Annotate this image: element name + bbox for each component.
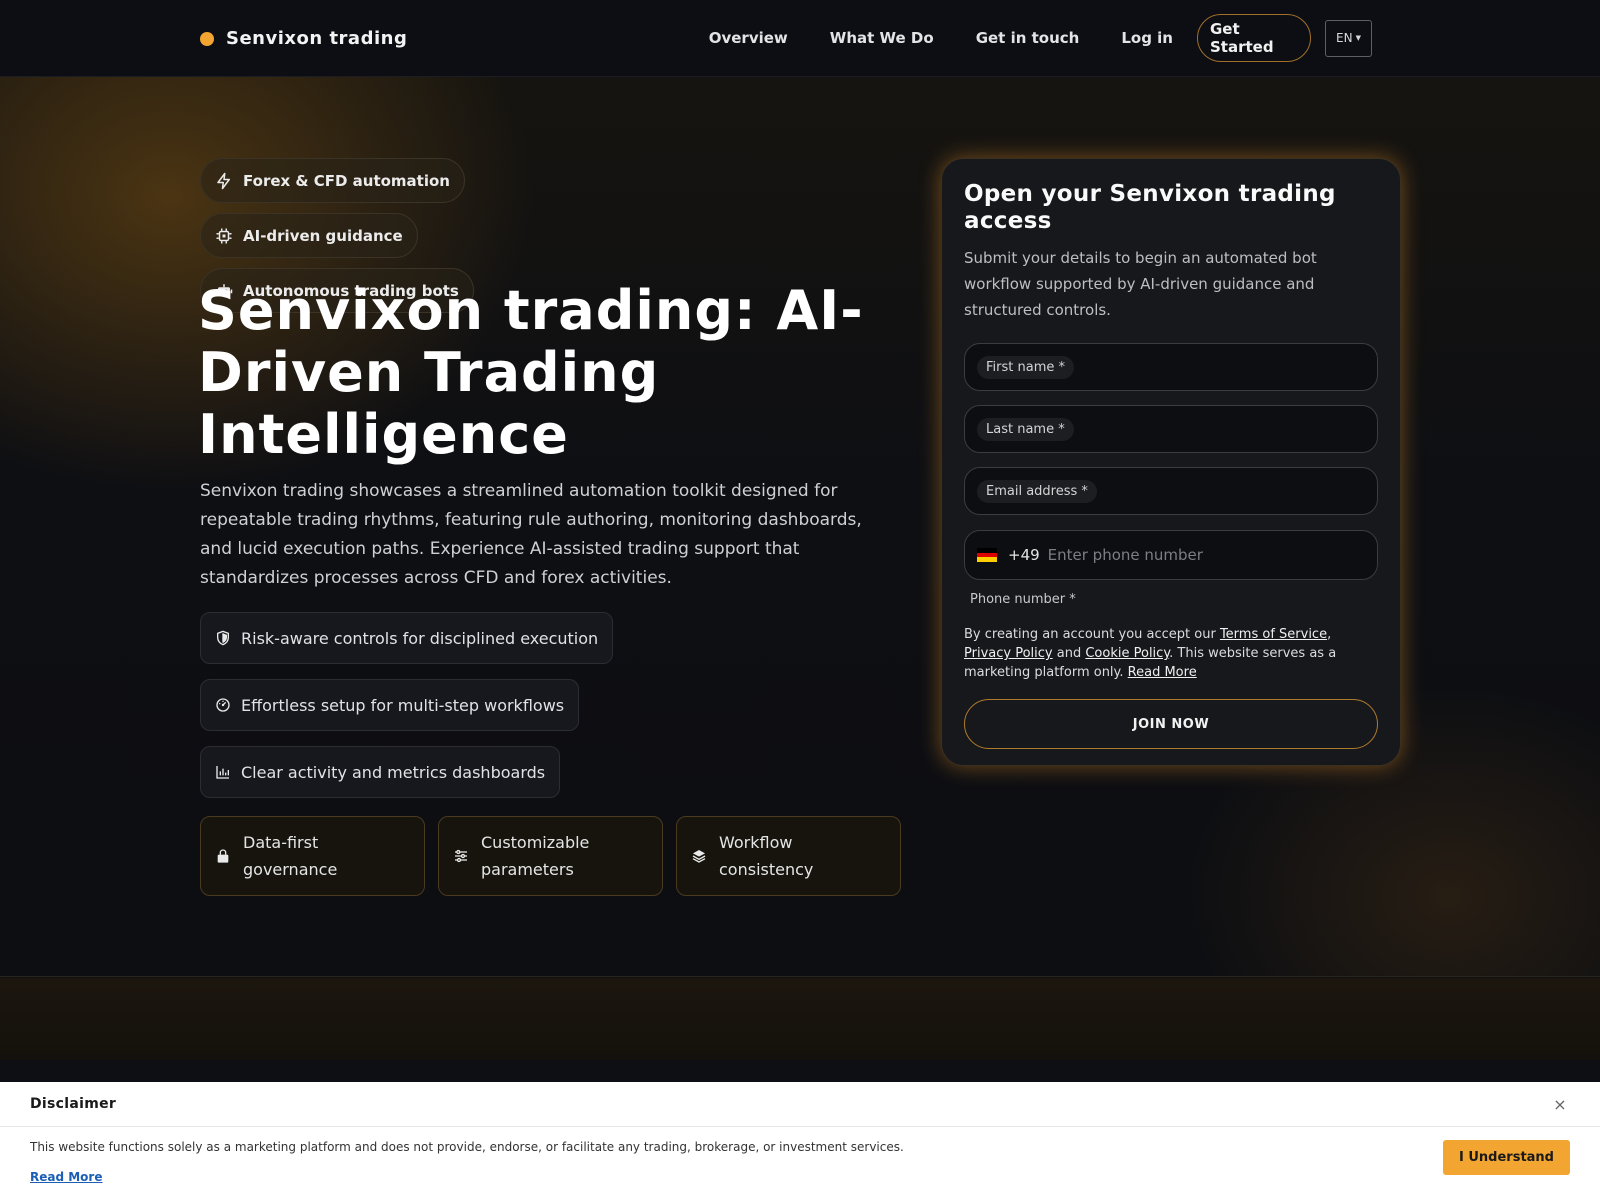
phone-field: +49	[964, 530, 1378, 580]
nav-overview[interactable]: Overview	[709, 14, 788, 62]
tag-label: AI-driven guidance	[243, 226, 403, 245]
form-fields: First name * Last name * Email address *…	[964, 343, 1378, 580]
highlight-cards: Data-first governance Customizable param…	[200, 816, 901, 896]
last-name-field[interactable]: Last name *	[964, 405, 1378, 453]
gauge-icon	[216, 698, 230, 712]
feature-label: Clear activity and metrics dashboards	[241, 762, 546, 782]
brand-name: Senvixon trading	[226, 28, 408, 49]
feature-item: Effortless setup for multi-step workflow…	[200, 679, 580, 731]
lower-section-band	[0, 978, 1600, 1060]
layers-icon	[692, 850, 706, 863]
card-workflow: Workflow consistency	[676, 816, 901, 896]
first-name-label: First name *	[977, 355, 1074, 379]
nav-log-in[interactable]: Log in	[1121, 14, 1173, 62]
close-icon[interactable]: ×	[1550, 1095, 1570, 1114]
germany-flag-icon[interactable]	[977, 548, 997, 563]
card-label: Customizable parameters	[481, 833, 590, 879]
read-more-link[interactable]: Read More	[1128, 665, 1197, 680]
card-data-governance: Data-first governance	[200, 816, 425, 896]
language-selector[interactable]: EN ▼	[1325, 19, 1372, 57]
last-name-label: Last name *	[977, 417, 1074, 441]
disclaimer-read-more-link[interactable]: Read More	[30, 1170, 103, 1184]
top-navigation-bar: Senvixon trading Overview What We Do Get…	[0, 0, 1600, 77]
disclaimer-text: This website functions solely as a marke…	[30, 1140, 904, 1154]
sliders-icon	[455, 849, 467, 863]
phone-label: Phone number *	[970, 592, 1076, 607]
email-label: Email address *	[977, 479, 1097, 503]
hero-title: Senvixon trading: AI-Driven Trading Inte…	[198, 279, 864, 466]
disclaimer-banner: Disclaimer × This website functions sole…	[0, 1082, 1600, 1200]
join-now-button[interactable]: JOIN NOW	[964, 699, 1378, 749]
legal-prefix: By creating an account you accept our	[964, 627, 1216, 642]
card-label: Data-first governance	[243, 833, 338, 879]
privacy-link[interactable]: Privacy Policy	[964, 646, 1053, 661]
email-field[interactable]: Email address *	[964, 467, 1378, 515]
disclaimer-header: Disclaimer ×	[0, 1082, 1600, 1127]
form-subtitle: Submit your details to begin an automate…	[964, 249, 1317, 319]
legal-notice: By creating an account you accept our Te…	[964, 627, 1337, 680]
disclaimer-title: Disclaimer	[30, 1096, 117, 1112]
feature-label: Risk-aware controls for disciplined exec…	[241, 628, 599, 648]
tag-label: Forex & CFD automation	[243, 171, 450, 190]
signup-form: Open your Senvixon trading access Submit…	[941, 158, 1401, 766]
cookie-link[interactable]: Cookie Policy	[1085, 646, 1169, 661]
chip-icon	[216, 228, 232, 243]
feature-list: Risk-aware controls for disciplined exec…	[200, 612, 614, 813]
shield-icon	[217, 630, 229, 646]
get-started-button[interactable]: Get Started	[1197, 14, 1311, 62]
card-parameters: Customizable parameters	[438, 816, 663, 896]
brand-logo[interactable]: Senvixon trading	[200, 28, 407, 49]
language-code: EN	[1336, 31, 1353, 45]
i-understand-button[interactable]: I Understand	[1443, 1140, 1570, 1175]
feature-item: Clear activity and metrics dashboards	[200, 746, 561, 798]
bar-chart-icon	[216, 766, 229, 779]
caret-down-icon: ▼	[1355, 34, 1361, 42]
feature-label: Effortless setup for multi-step workflow…	[241, 695, 565, 715]
form-title: Open your Senvixon trading access	[964, 181, 1336, 234]
country-code[interactable]: +49	[1008, 546, 1040, 564]
brand-dot-icon	[200, 31, 214, 46]
lock-icon	[217, 849, 229, 863]
hero-description: Senvixon trading showcases a streamlined…	[200, 481, 862, 588]
terms-link[interactable]: Terms of Service	[1220, 627, 1327, 642]
main-nav: Overview What We Do Get in touch Log in …	[709, 14, 1372, 62]
phone-input[interactable]	[1047, 546, 1365, 564]
first-name-field[interactable]: First name *	[964, 343, 1378, 391]
feature-item: Risk-aware controls for disciplined exec…	[200, 612, 614, 664]
card-label: Workflow consistency	[719, 833, 814, 879]
legal-and: and	[1056, 646, 1082, 661]
nav-get-in-touch[interactable]: Get in touch	[976, 14, 1080, 62]
lightning-icon	[217, 172, 230, 189]
tag-ai-guidance: AI-driven guidance	[200, 213, 418, 258]
nav-what-we-do[interactable]: What We Do	[830, 14, 934, 62]
tag-forex-cfd: Forex & CFD automation	[200, 158, 465, 203]
